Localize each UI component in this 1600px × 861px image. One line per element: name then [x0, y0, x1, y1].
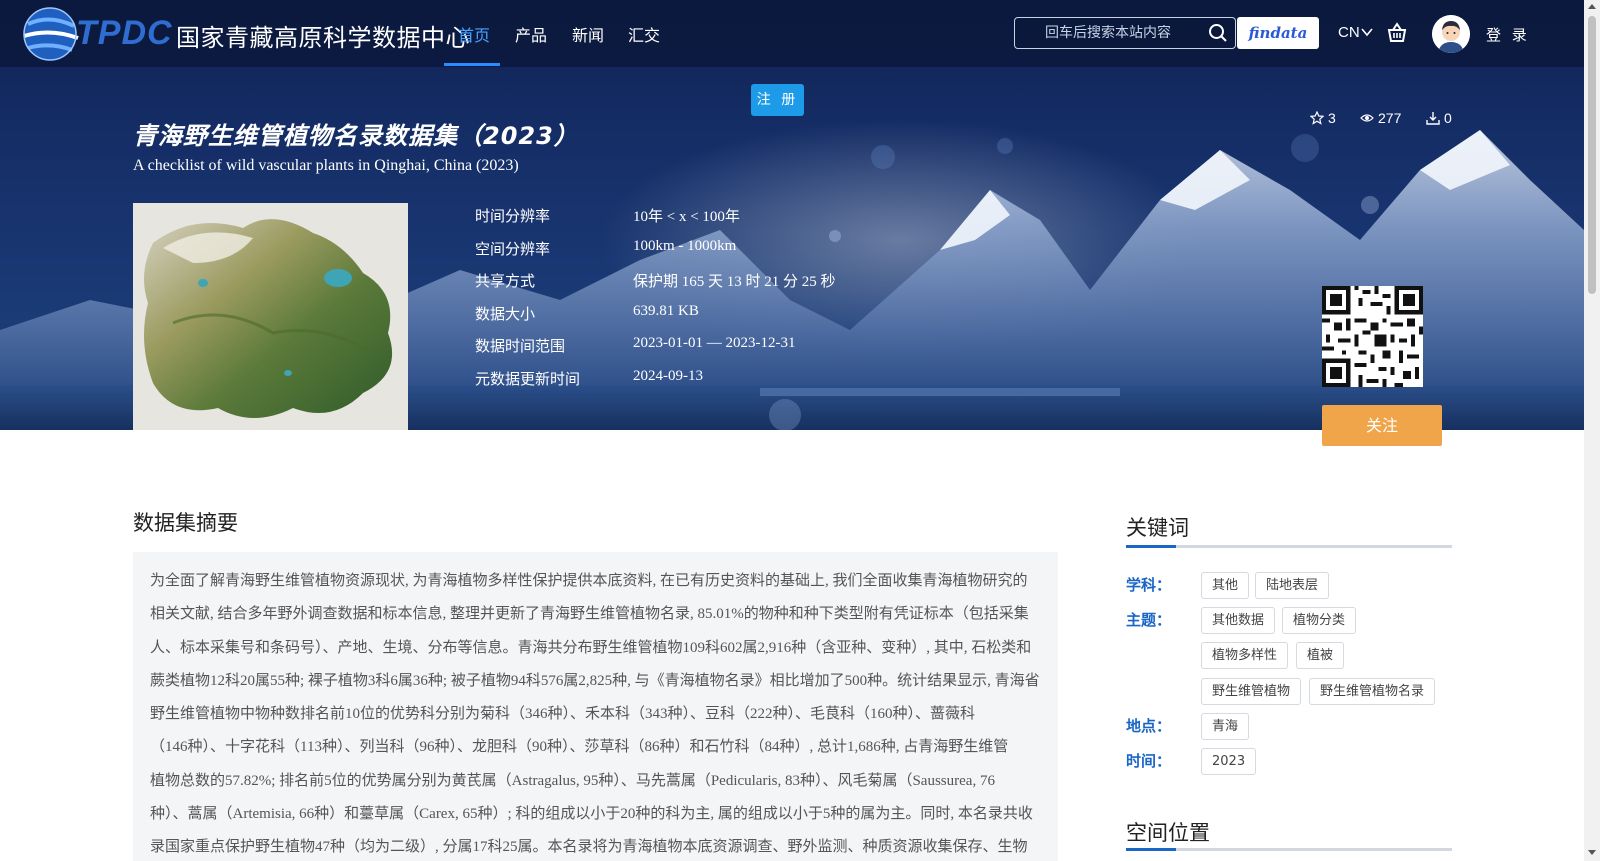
place-label: 地点：: [1126, 717, 1172, 735]
abstract-line: 野生维管植物中物种数排名前10位的优势科分别为菊科（346种）、禾本科（343种…: [150, 706, 976, 723]
view-count: 277: [1360, 110, 1401, 126]
abstract-line: 为全面了解青海野生维管植物资源现状, 为青海植物多样性保护提供本底资料, 在已有…: [150, 573, 1028, 589]
topic-label: 主题：: [1126, 611, 1172, 629]
qinghai-relief-map-image: [133, 203, 408, 430]
spatial-divider-accent: [1126, 848, 1176, 851]
globe-logo-icon[interactable]: [14, 2, 84, 66]
meta-value-spatial-res: 100km - 1000km: [633, 238, 737, 254]
tag-topic[interactable]: 野生维管植物: [1201, 678, 1302, 705]
user-avatar-icon: [1432, 15, 1470, 53]
abstract-panel: 为全面了解青海野生维管植物资源现状, 为青海植物多样性保护提供本底资料, 在已有…: [133, 552, 1058, 861]
basket-icon[interactable]: [1386, 22, 1408, 44]
search-box: [1014, 17, 1236, 49]
download-count: 0: [1426, 110, 1452, 126]
download-count-value: 0: [1444, 110, 1452, 126]
meta-label-time-range: 数据时间范围: [475, 337, 566, 355]
spatial-heading: 空间位置: [1126, 821, 1210, 845]
abstract-text: 为全面了解青海野生维管植物资源现状, 为青海植物多样性保护提供本底资料, 在已有…: [150, 565, 1040, 861]
nav-news[interactable]: 新闻: [572, 22, 604, 46]
tag-topic[interactable]: 野生维管植物名录: [1309, 678, 1436, 705]
findata-button[interactable]: findata: [1237, 17, 1319, 49]
meta-label-updated: 元数据更新时间: [475, 370, 581, 388]
time-label: 时间：: [1126, 752, 1172, 770]
tag-subject[interactable]: 陆地表层: [1255, 572, 1330, 599]
language-selector[interactable]: CN: [1338, 24, 1360, 41]
qr-code: [1322, 286, 1423, 387]
scroll-up-arrow-icon[interactable]: [1588, 4, 1596, 9]
page: TPDC 国家青藏高原科学数据中心 首页 产品 新闻 汇交 findata CN: [0, 0, 1600, 861]
meta-value-sharing: 保护期 165 天 13 时 21 分 25 秒: [633, 274, 836, 290]
login-link[interactable]: 登 录: [1486, 24, 1530, 45]
qr-code-icon: [1322, 286, 1423, 387]
abstract-line: 植物总数的57.82%; 排名前5位的优势属分别为黄芪属（Astragalus,…: [150, 772, 995, 789]
scroll-down-arrow-icon[interactable]: [1588, 850, 1596, 855]
meta-value-updated: 2024-09-13: [633, 368, 703, 384]
star-icon: [1310, 111, 1324, 125]
search-icon[interactable]: [1208, 23, 1228, 43]
abstract-line: 录国家重点保护野生植物47种（均为二级）, 分属17科25属。本名录将为青海植物…: [150, 839, 1028, 856]
tag-topic[interactable]: 植物多样性: [1201, 642, 1289, 669]
abstract-line: 人、标本采集号和条码号）、产地、生境、分布等信息。青海共分布野生维管植物109科…: [150, 639, 1032, 656]
abstract-line: （146种）、十字花科（113种）、列当科（96种）、龙胆科（90种）、莎草科（…: [150, 739, 1009, 756]
chevron-down-icon[interactable]: [1361, 27, 1373, 37]
nav-submit[interactable]: 汇交: [628, 22, 660, 46]
tag-topic[interactable]: 植物分类: [1282, 607, 1357, 634]
keywords-divider-accent: [1126, 545, 1176, 548]
tag-subject[interactable]: 其他: [1201, 572, 1250, 599]
eye-icon: [1360, 114, 1374, 122]
subject-label: 学科：: [1126, 576, 1172, 594]
abstract-line: 种）、蒿属（Artemisia, 66种）和薹草属（Carex, 65种）; 科…: [150, 806, 1033, 823]
abstract-heading: 数据集摘要: [133, 511, 238, 535]
tag-place[interactable]: 青海: [1201, 713, 1250, 740]
download-icon: [1426, 112, 1440, 125]
meta-value-temporal-res: 10年 < x < 100年: [633, 209, 740, 225]
abstract-line: 相关文献, 结合多年野外调查数据和标本信息, 整理并更新了青海野生维管植物名录,…: [150, 606, 1029, 623]
nav-active-indicator: [444, 63, 500, 66]
meta-label-temporal-res: 时间分辨率: [475, 207, 551, 225]
meta-value-size: 639.81 KB: [633, 303, 699, 319]
site-name[interactable]: 国家青藏高原科学数据中心: [176, 18, 470, 53]
top-navbar: TPDC 国家青藏高原科学数据中心 首页 产品 新闻 汇交 findata CN: [0, 0, 1584, 67]
dataset-thumbnail: [133, 203, 408, 430]
meta-label-size: 数据大小: [475, 305, 536, 323]
star-count[interactable]: 3: [1310, 110, 1336, 126]
meta-label-spatial-res: 空间分辨率: [475, 240, 551, 258]
nav-products[interactable]: 产品: [515, 22, 547, 46]
nav-home[interactable]: 首页: [458, 22, 490, 46]
search-input[interactable]: [1045, 25, 1205, 41]
logo-wordmark[interactable]: TPDC: [76, 14, 173, 53]
vertical-scrollbar[interactable]: [1584, 0, 1600, 861]
follow-button[interactable]: 关注: [1322, 405, 1442, 446]
abstract-line: 蕨类植物12科20属55种; 裸子植物3科6属36种; 被子植物94科576属2…: [150, 672, 1040, 689]
avatar[interactable]: [1432, 15, 1470, 53]
dataset-title: 青海野生维管植物名录数据集（2023）: [133, 122, 579, 150]
view-count-value: 277: [1378, 110, 1402, 126]
star-count-value: 3: [1328, 110, 1336, 126]
meta-label-sharing: 共享方式: [475, 272, 536, 290]
tag-topic[interactable]: 其他数据: [1201, 607, 1276, 634]
dataset-subtitle: A checklist of wild vascular plants in Q…: [133, 157, 519, 174]
tag-time[interactable]: 2023: [1201, 748, 1257, 775]
meta-value-time-range: 2023-01-01 — 2023-12-31: [633, 335, 796, 351]
keywords-heading: 关键词: [1126, 516, 1189, 540]
scrollbar-thumb[interactable]: [1588, 16, 1596, 294]
tag-topic[interactable]: 植被: [1296, 642, 1345, 669]
register-button[interactable]: 注 册: [751, 84, 804, 116]
